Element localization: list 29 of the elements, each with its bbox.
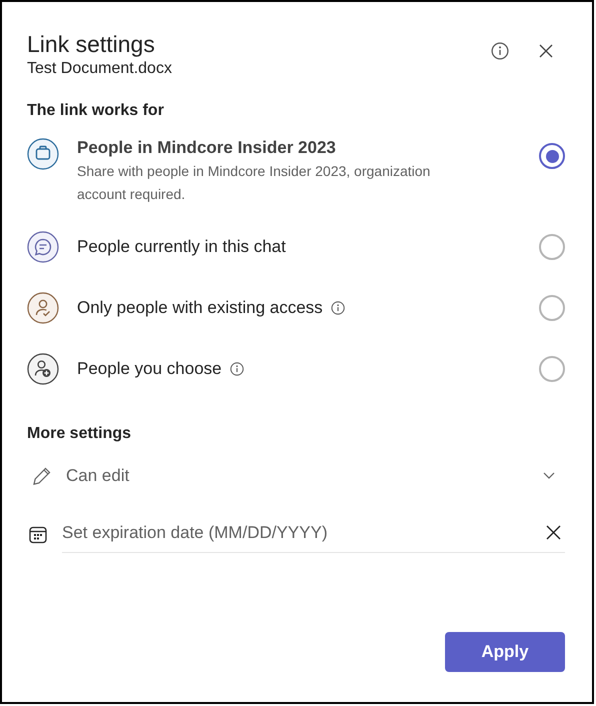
section-heading: More settings	[27, 424, 132, 444]
calendar-icon	[29, 526, 47, 544]
info-icon	[330, 300, 345, 314]
radio-button[interactable]	[539, 234, 565, 260]
briefcase-icon	[27, 138, 59, 170]
option-label: People currently in this chat	[77, 236, 286, 258]
info-icon	[230, 362, 244, 376]
expiration-date-field[interactable]: Set expiration date (MM/DD/YYYY)	[62, 520, 543, 546]
option-label: People in Mindcore Insider 2023	[77, 137, 336, 159]
close-icon	[546, 525, 560, 540]
radio-button[interactable]	[539, 143, 565, 169]
dialog-title: Link settings	[27, 30, 156, 59]
dialog-subtitle: Test Document.docx	[27, 59, 173, 79]
pencil-icon	[32, 466, 52, 486]
option-label: Only people with existing access	[77, 296, 323, 318]
person-check-icon	[27, 292, 59, 324]
option-description: Share with people in Mindcore Insider 2023, organization account required.	[77, 162, 432, 204]
apply-button[interactable]: Apply	[445, 632, 565, 672]
radio-button[interactable]	[539, 356, 565, 382]
permission-dropdown[interactable]: Can edit	[27, 462, 567, 490]
info-button[interactable]	[490, 41, 510, 61]
close-icon	[539, 44, 553, 58]
info-icon	[491, 42, 509, 60]
chevron-down-icon	[543, 472, 555, 480]
radio-button[interactable]	[539, 294, 565, 320]
option-label: People you choose	[77, 358, 222, 380]
section-heading: The link works for	[27, 101, 165, 121]
person-add-icon	[27, 352, 59, 384]
chat-bubble-icon	[27, 230, 59, 262]
